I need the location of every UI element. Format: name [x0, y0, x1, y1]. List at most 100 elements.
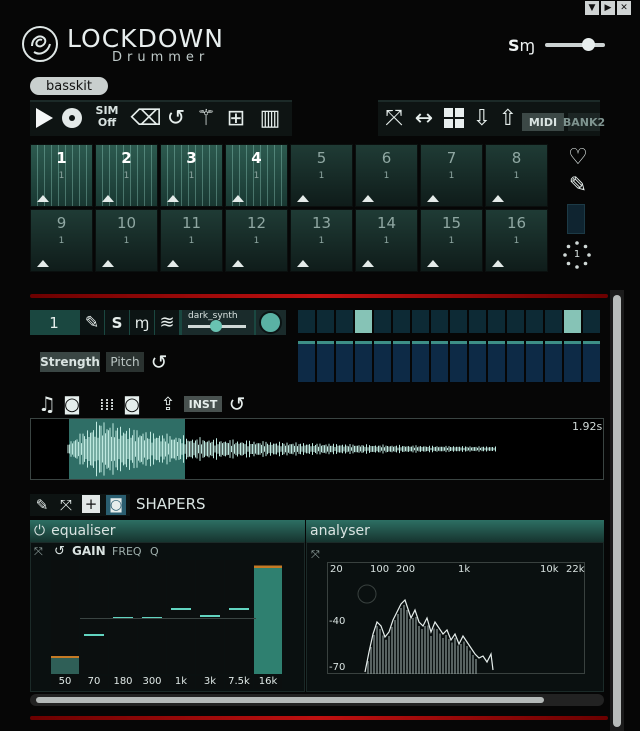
gain-tab[interactable]: GAIN	[72, 544, 106, 558]
reset-sample-button[interactable]: ↺	[226, 392, 248, 416]
step-6[interactable]	[393, 310, 410, 333]
eq-band-16k[interactable]	[254, 560, 282, 674]
shaper-snapshot-button[interactable]: ◙	[106, 495, 126, 515]
grid-view-button[interactable]	[440, 104, 468, 132]
eq-reset-icon[interactable]: ↺	[54, 544, 65, 559]
pad-menu-icon[interactable]	[232, 260, 244, 267]
pad-menu-icon[interactable]	[297, 260, 309, 267]
pad-menu-icon[interactable]	[427, 260, 439, 267]
vertical-scrollbar-thumb[interactable]	[613, 295, 621, 727]
step-4[interactable]	[355, 310, 372, 333]
strength-tab[interactable]: Strength	[40, 352, 100, 372]
analyser-collapse-icon[interactable]: ⤧	[311, 548, 320, 562]
pad-menu-icon[interactable]	[362, 195, 374, 202]
pitch-tab[interactable]: Pitch	[106, 352, 144, 372]
step-8[interactable]	[431, 310, 448, 333]
pad-menu-icon[interactable]	[427, 195, 439, 202]
velocity-8[interactable]	[431, 341, 448, 382]
velocity-10[interactable]	[469, 341, 486, 382]
undo-button[interactable]: ↺	[162, 104, 190, 132]
power-icon[interactable]: ⏻	[34, 523, 45, 539]
velocity-3[interactable]	[336, 341, 353, 382]
randomize-button[interactable]: ⚚	[192, 104, 220, 132]
velocity-16[interactable]	[583, 341, 600, 382]
preset-slider-handle[interactable]	[210, 320, 222, 332]
pad-12[interactable]: 12 1	[225, 209, 288, 272]
eq-collapse-icon[interactable]: ⤧	[34, 545, 43, 559]
pad-menu-icon[interactable]	[362, 260, 374, 267]
track-volume-knob[interactable]	[256, 310, 286, 335]
preset-slider[interactable]: dark_synth	[182, 310, 254, 335]
eq-band-1k[interactable]	[167, 560, 195, 674]
pad-5[interactable]: 51	[290, 144, 353, 207]
track-edit-button[interactable]: ✎	[80, 310, 104, 335]
favorite-button[interactable]: ♡	[565, 144, 591, 170]
pad-menu-icon[interactable]	[37, 195, 49, 202]
velocity-5[interactable]	[374, 341, 391, 382]
pad-menu-icon[interactable]	[232, 195, 244, 202]
midi-button[interactable]: MIDI	[522, 113, 564, 131]
edit-kit-button[interactable]: ✎	[565, 172, 591, 198]
velocity-2[interactable]	[317, 341, 334, 382]
master-volume-slider[interactable]	[545, 43, 605, 47]
pad-menu-icon[interactable]	[492, 195, 504, 202]
pad-15[interactable]: 15 1	[420, 209, 483, 272]
pad-4[interactable]: 41	[225, 144, 288, 207]
shaper-edit-button[interactable]: ✎	[32, 494, 52, 516]
pad-1[interactable]: 11	[30, 144, 93, 207]
velocity-11[interactable]	[488, 341, 505, 382]
grid-snapshot-button[interactable]: ◙	[120, 392, 144, 416]
step-2[interactable]	[317, 310, 334, 333]
bank-button[interactable]: BANK2	[563, 113, 605, 131]
eq-gain-handle[interactable]	[200, 614, 220, 617]
velocity-15[interactable]	[564, 341, 581, 382]
pad-menu-icon[interactable]	[102, 260, 114, 267]
pad-menu-icon[interactable]	[492, 260, 504, 267]
pad-2[interactable]: 21	[95, 144, 158, 207]
record-button[interactable]	[58, 104, 86, 132]
eq-band-3k[interactable]	[196, 560, 224, 674]
add-shaper-button[interactable]: +	[82, 495, 100, 513]
layers-button[interactable]: ≋	[155, 310, 179, 335]
pad-8[interactable]: 81	[485, 144, 548, 207]
pad-6[interactable]: 61	[355, 144, 418, 207]
minimize-button[interactable]: ▼	[585, 1, 599, 15]
pad-menu-icon[interactable]	[297, 195, 309, 202]
eq-gain-handle[interactable]	[84, 634, 104, 637]
solo-button[interactable]: S	[105, 310, 129, 335]
step-11[interactable]	[488, 310, 505, 333]
horizontal-scrollbar-thumb[interactable]	[36, 697, 544, 703]
pad-13[interactable]: 13 1	[290, 209, 353, 272]
eq-gain-handle[interactable]	[229, 607, 249, 610]
pad-10[interactable]: 10 1	[95, 209, 158, 272]
kit-selector[interactable]: basskit	[30, 77, 108, 95]
step-12[interactable]	[507, 310, 524, 333]
master-volume-handle[interactable]	[582, 38, 596, 51]
collapse-button[interactable]: ⤧	[380, 104, 408, 132]
pad-9[interactable]: 91	[30, 209, 93, 272]
pad-7[interactable]: 71	[420, 144, 483, 207]
mute-button[interactable]: ɱ	[130, 310, 154, 335]
pad-menu-icon[interactable]	[102, 195, 114, 202]
pad-menu-icon[interactable]	[37, 260, 49, 267]
step-16[interactable]	[583, 310, 600, 333]
stretch-button[interactable]: ↔	[410, 104, 438, 132]
step-9[interactable]	[450, 310, 467, 333]
pad-menu-icon[interactable]	[167, 260, 179, 267]
pad-3[interactable]: 31	[160, 144, 223, 207]
velocity-14[interactable]	[545, 341, 562, 382]
shaper-collapse-button[interactable]: ⤧	[56, 494, 76, 516]
step-3[interactable]	[336, 310, 353, 333]
velocity-7[interactable]	[412, 341, 429, 382]
step-dial[interactable]: 1	[562, 240, 592, 270]
restore-button[interactable]: ▶	[601, 1, 615, 15]
export-button[interactable]: ⇧	[494, 104, 522, 132]
close-button[interactable]: ✕	[617, 1, 631, 15]
freq-tab[interactable]: FREQ	[112, 545, 142, 558]
gift-button[interactable]: ⊞	[222, 104, 250, 132]
step-5[interactable]	[374, 310, 391, 333]
velocity-9[interactable]	[450, 341, 467, 382]
play-button[interactable]	[30, 104, 58, 132]
music-note-button[interactable]: ♫	[36, 392, 58, 416]
eq-band-7.5k[interactable]	[225, 560, 253, 674]
